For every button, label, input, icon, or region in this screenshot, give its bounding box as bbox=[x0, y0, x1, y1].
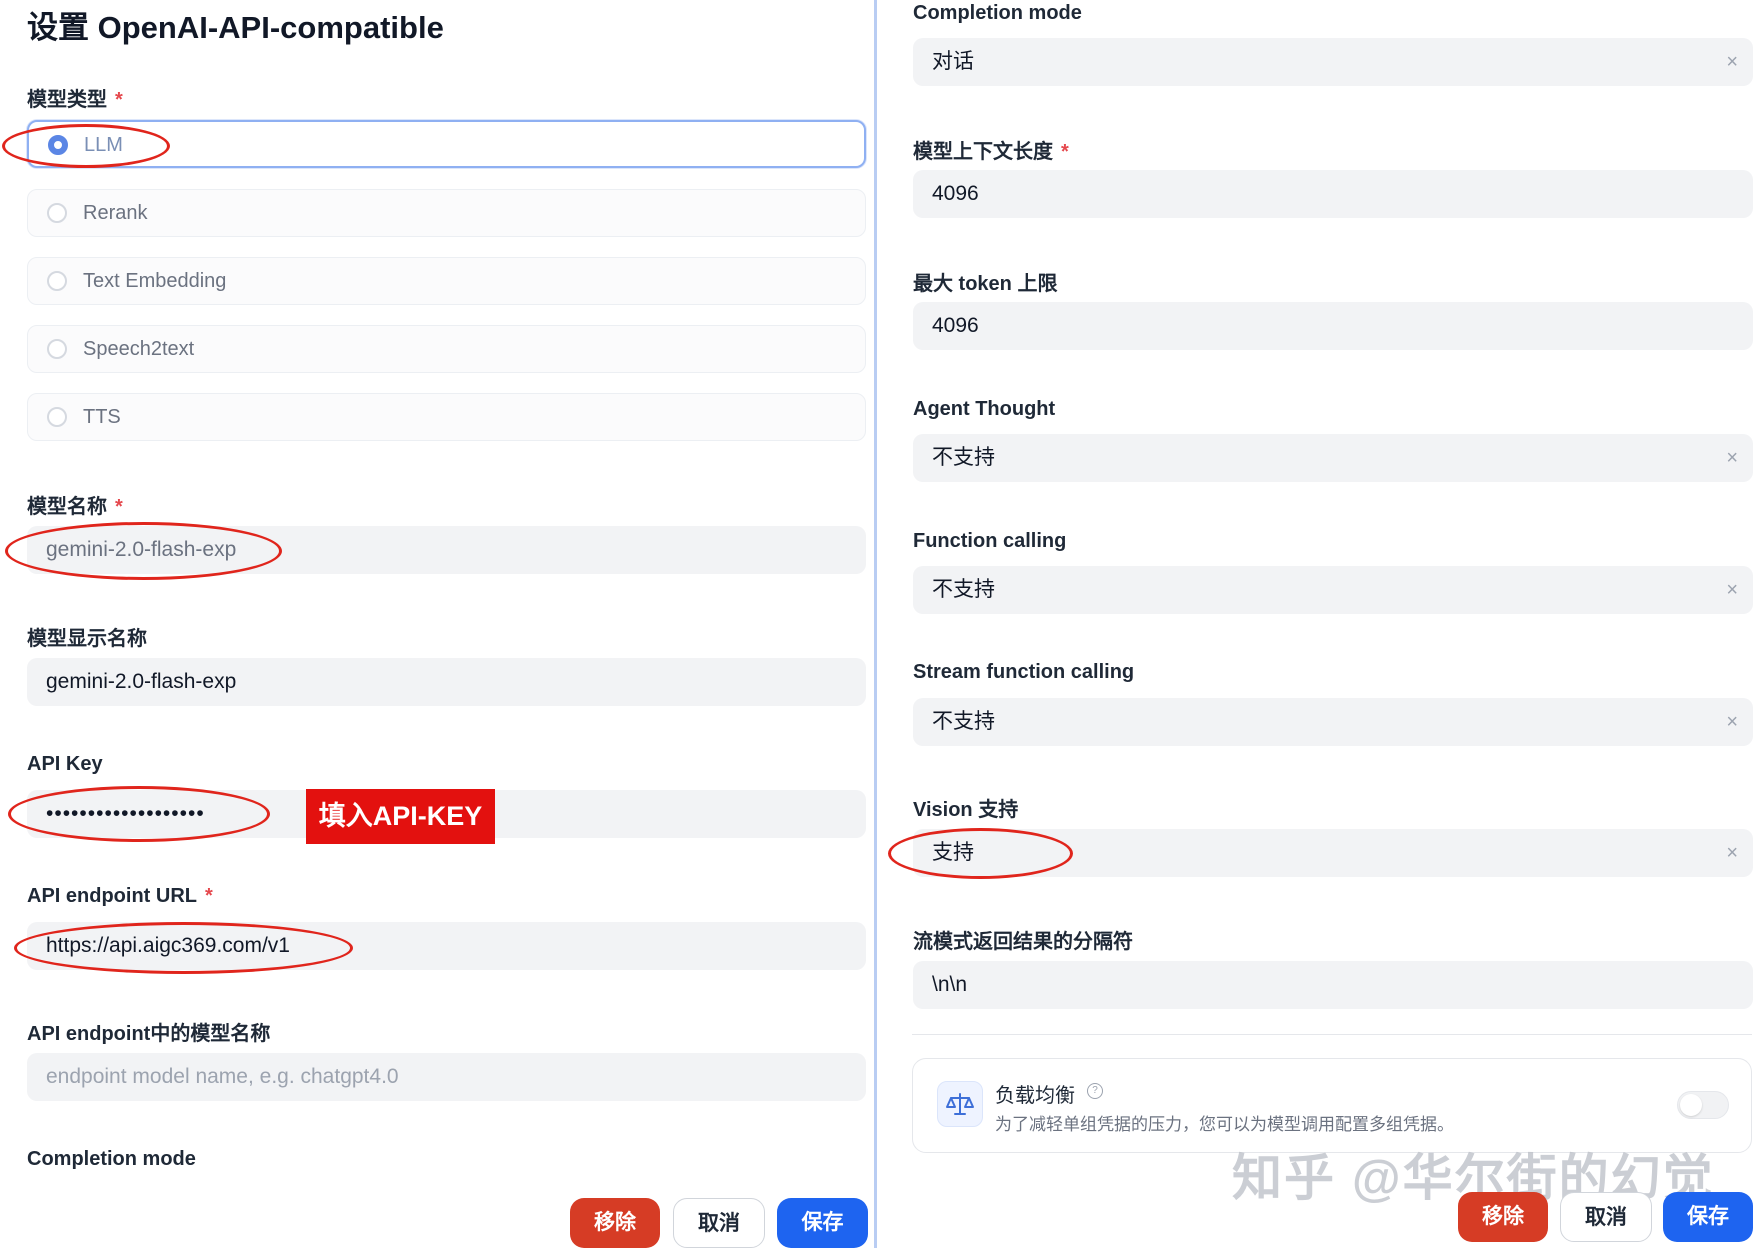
model-type-option-rerank[interactable]: Rerank bbox=[27, 189, 866, 237]
stream-function-calling-label: Stream function calling bbox=[913, 661, 1135, 683]
clear-icon[interactable]: × bbox=[1726, 698, 1738, 746]
function-calling-select[interactable]: 不支持 × bbox=[913, 566, 1753, 614]
radio-unselected-icon bbox=[47, 203, 67, 223]
load-balancing-title: 负载均衡 bbox=[995, 1085, 1075, 1107]
vision-support-value: 支持 bbox=[932, 841, 974, 864]
radio-option-label: Speech2text bbox=[83, 338, 195, 360]
required-mark: * bbox=[204, 885, 213, 907]
required-mark: * bbox=[115, 496, 123, 518]
panel-divider bbox=[874, 0, 877, 1248]
scale-balance-icon bbox=[937, 1081, 983, 1127]
endpoint-model-name-label: API endpoint中的模型名称 bbox=[27, 1023, 271, 1045]
save-button[interactable]: 保存 bbox=[1663, 1192, 1753, 1242]
stream-function-calling-value: 不支持 bbox=[932, 710, 995, 733]
vision-support-label: Vision 支持 bbox=[913, 799, 1019, 821]
model-name-label: 模型名称 * bbox=[27, 496, 123, 518]
left-settings-panel: 设置 OpenAI-API-compatible 模型类型 * LLM Reran… bbox=[0, 0, 876, 1248]
remove-button[interactable]: 移除 bbox=[570, 1198, 660, 1248]
completion-mode-value: 对话 bbox=[932, 50, 974, 73]
radio-unselected-icon bbox=[47, 407, 67, 427]
dialog-title: 设置 OpenAI-API-compatible bbox=[27, 10, 444, 45]
agent-thought-label: Agent Thought bbox=[913, 398, 1056, 420]
model-type-option-tts[interactable]: TTS bbox=[27, 393, 866, 441]
function-calling-value: 不支持 bbox=[932, 578, 995, 601]
context-length-input[interactable]: 4096 bbox=[913, 170, 1753, 218]
load-balancing-toggle[interactable] bbox=[1677, 1091, 1729, 1119]
cancel-button[interactable]: 取消 bbox=[673, 1198, 765, 1248]
model-type-option-speech2text[interactable]: Speech2text bbox=[27, 325, 866, 373]
remove-button[interactable]: 移除 bbox=[1458, 1192, 1548, 1242]
model-type-option-llm[interactable]: LLM bbox=[27, 120, 866, 168]
display-name-label: 模型显示名称 bbox=[27, 628, 147, 650]
model-type-label: 模型类型 * bbox=[27, 89, 123, 111]
api-key-label: API Key bbox=[27, 753, 103, 775]
completion-mode-label: Completion mode bbox=[27, 1148, 196, 1170]
completion-mode-label: Completion mode bbox=[913, 2, 1082, 24]
agent-thought-select[interactable]: 不支持 × bbox=[913, 434, 1753, 482]
stream-function-calling-select[interactable]: 不支持 × bbox=[913, 698, 1753, 746]
clear-icon[interactable]: × bbox=[1726, 38, 1738, 86]
save-button[interactable]: 保存 bbox=[777, 1198, 868, 1248]
clear-icon[interactable]: × bbox=[1726, 829, 1738, 877]
radio-option-label: Text Embedding bbox=[83, 270, 227, 292]
completion-mode-select[interactable]: 对话 × bbox=[913, 38, 1753, 86]
load-balancing-description: 为了减轻单组凭据的压力，您可以为模型调用配置多组凭据。 bbox=[995, 1115, 1454, 1134]
model-name-input[interactable]: gemini-2.0-flash-exp bbox=[27, 526, 866, 574]
radio-unselected-icon bbox=[47, 339, 67, 359]
display-name-input[interactable]: gemini-2.0-flash-exp bbox=[27, 658, 866, 706]
radio-selected-icon bbox=[48, 135, 68, 155]
max-tokens-input[interactable]: 4096 bbox=[913, 302, 1753, 350]
stream-delimiter-input[interactable]: \n\n bbox=[913, 961, 1753, 1009]
endpoint-model-name-input[interactable]: endpoint model name, e.g. chatgpt4.0 bbox=[27, 1053, 866, 1101]
endpoint-url-label: API endpoint URL * bbox=[27, 885, 213, 907]
required-mark: * bbox=[115, 89, 123, 111]
agent-thought-value: 不支持 bbox=[932, 446, 995, 469]
api-key-callout: 填入API-KEY bbox=[306, 789, 495, 844]
stream-delimiter-label: 流模式返回结果的分隔符 bbox=[913, 931, 1133, 953]
section-divider bbox=[912, 1034, 1752, 1035]
vision-support-select[interactable]: 支持 × bbox=[913, 829, 1753, 877]
context-length-label: 模型上下文长度 * bbox=[913, 141, 1069, 163]
radio-unselected-icon bbox=[47, 271, 67, 291]
model-type-option-text-embedding[interactable]: Text Embedding bbox=[27, 257, 866, 305]
radio-option-label: LLM bbox=[84, 134, 123, 156]
cancel-button[interactable]: 取消 bbox=[1560, 1192, 1652, 1242]
help-circle-icon[interactable]: ? bbox=[1087, 1083, 1103, 1099]
radio-option-label: TTS bbox=[83, 406, 121, 428]
clear-icon[interactable]: × bbox=[1726, 566, 1738, 614]
clear-icon[interactable]: × bbox=[1726, 434, 1738, 482]
radio-option-label: Rerank bbox=[83, 202, 148, 224]
endpoint-url-input[interactable]: https://api.aigc369.com/v1 bbox=[27, 922, 866, 970]
function-calling-label: Function calling bbox=[913, 530, 1067, 552]
required-mark: * bbox=[1061, 141, 1069, 163]
max-tokens-label: 最大 token 上限 bbox=[913, 273, 1058, 295]
toggle-knob bbox=[1680, 1094, 1702, 1116]
